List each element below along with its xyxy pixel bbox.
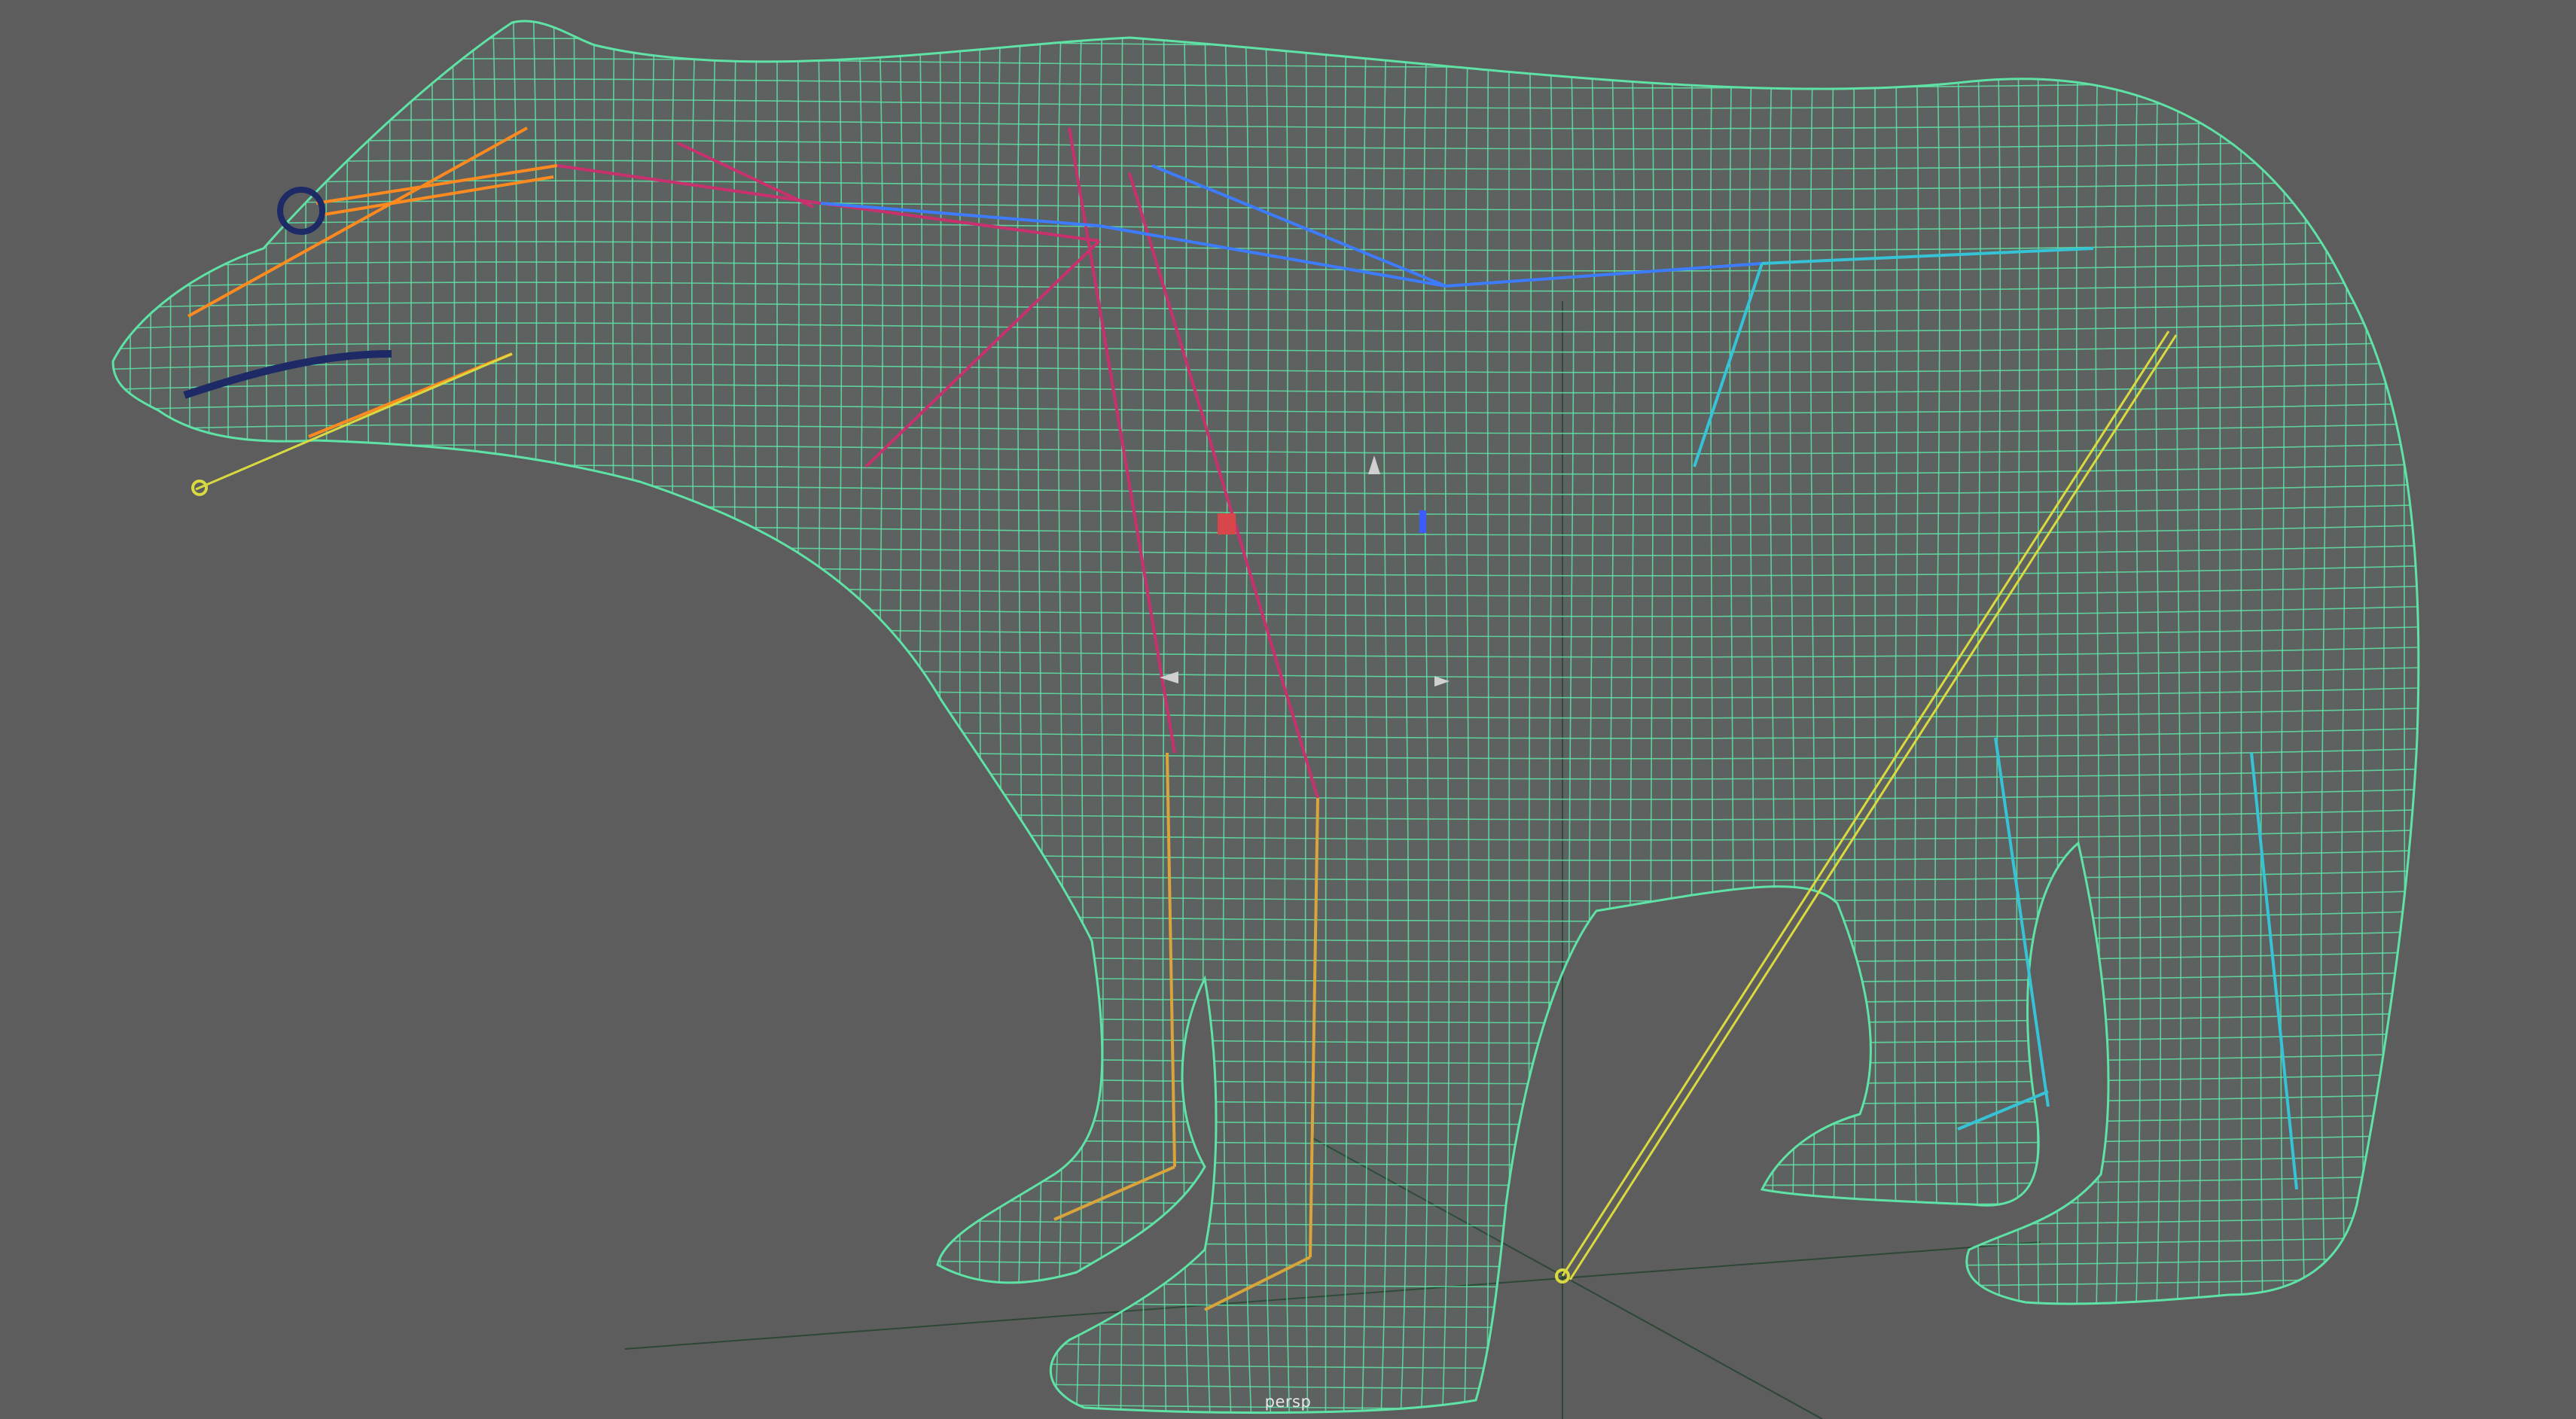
wire-edge <box>165 20 174 1413</box>
wire-edge <box>2459 0 2465 1419</box>
wire-edge <box>113 20 2419 29</box>
wire-edge <box>145 20 154 1413</box>
wire-edge <box>1325 20 1327 1413</box>
wire-edge <box>206 20 211 1413</box>
wire-edge <box>66 0 69 1419</box>
wire-edge <box>1508 20 1511 1413</box>
wire-edge <box>2423 0 2424 1419</box>
wire-edge <box>2240 20 2242 1413</box>
wire-edge <box>105 0 112 1419</box>
wire-edge <box>1142 20 1145 1413</box>
wire-edge <box>124 20 134 1413</box>
wire-edge <box>0 0 2576 8</box>
wire-edge <box>186 20 193 1413</box>
wire-edge <box>282 20 291 1413</box>
wire-edge <box>2441 0 2445 1419</box>
viewport-persp[interactable]: persp <box>0 0 2576 1419</box>
wire-edge <box>1874 20 1876 1413</box>
wireframe-scene[interactable] <box>0 0 2576 1419</box>
wire-edge <box>85 0 90 1419</box>
z-axis-handle[interactable] <box>1419 510 1426 533</box>
wire-edge <box>245 20 250 1413</box>
wire-edge <box>264 20 270 1413</box>
wire-edge <box>113 32 2419 49</box>
wire-edge <box>2056 20 2059 1413</box>
camera-label: persp <box>1264 1393 1312 1411</box>
pivot-handle[interactable] <box>1218 513 1236 534</box>
wire-edge <box>1690 20 1693 1413</box>
